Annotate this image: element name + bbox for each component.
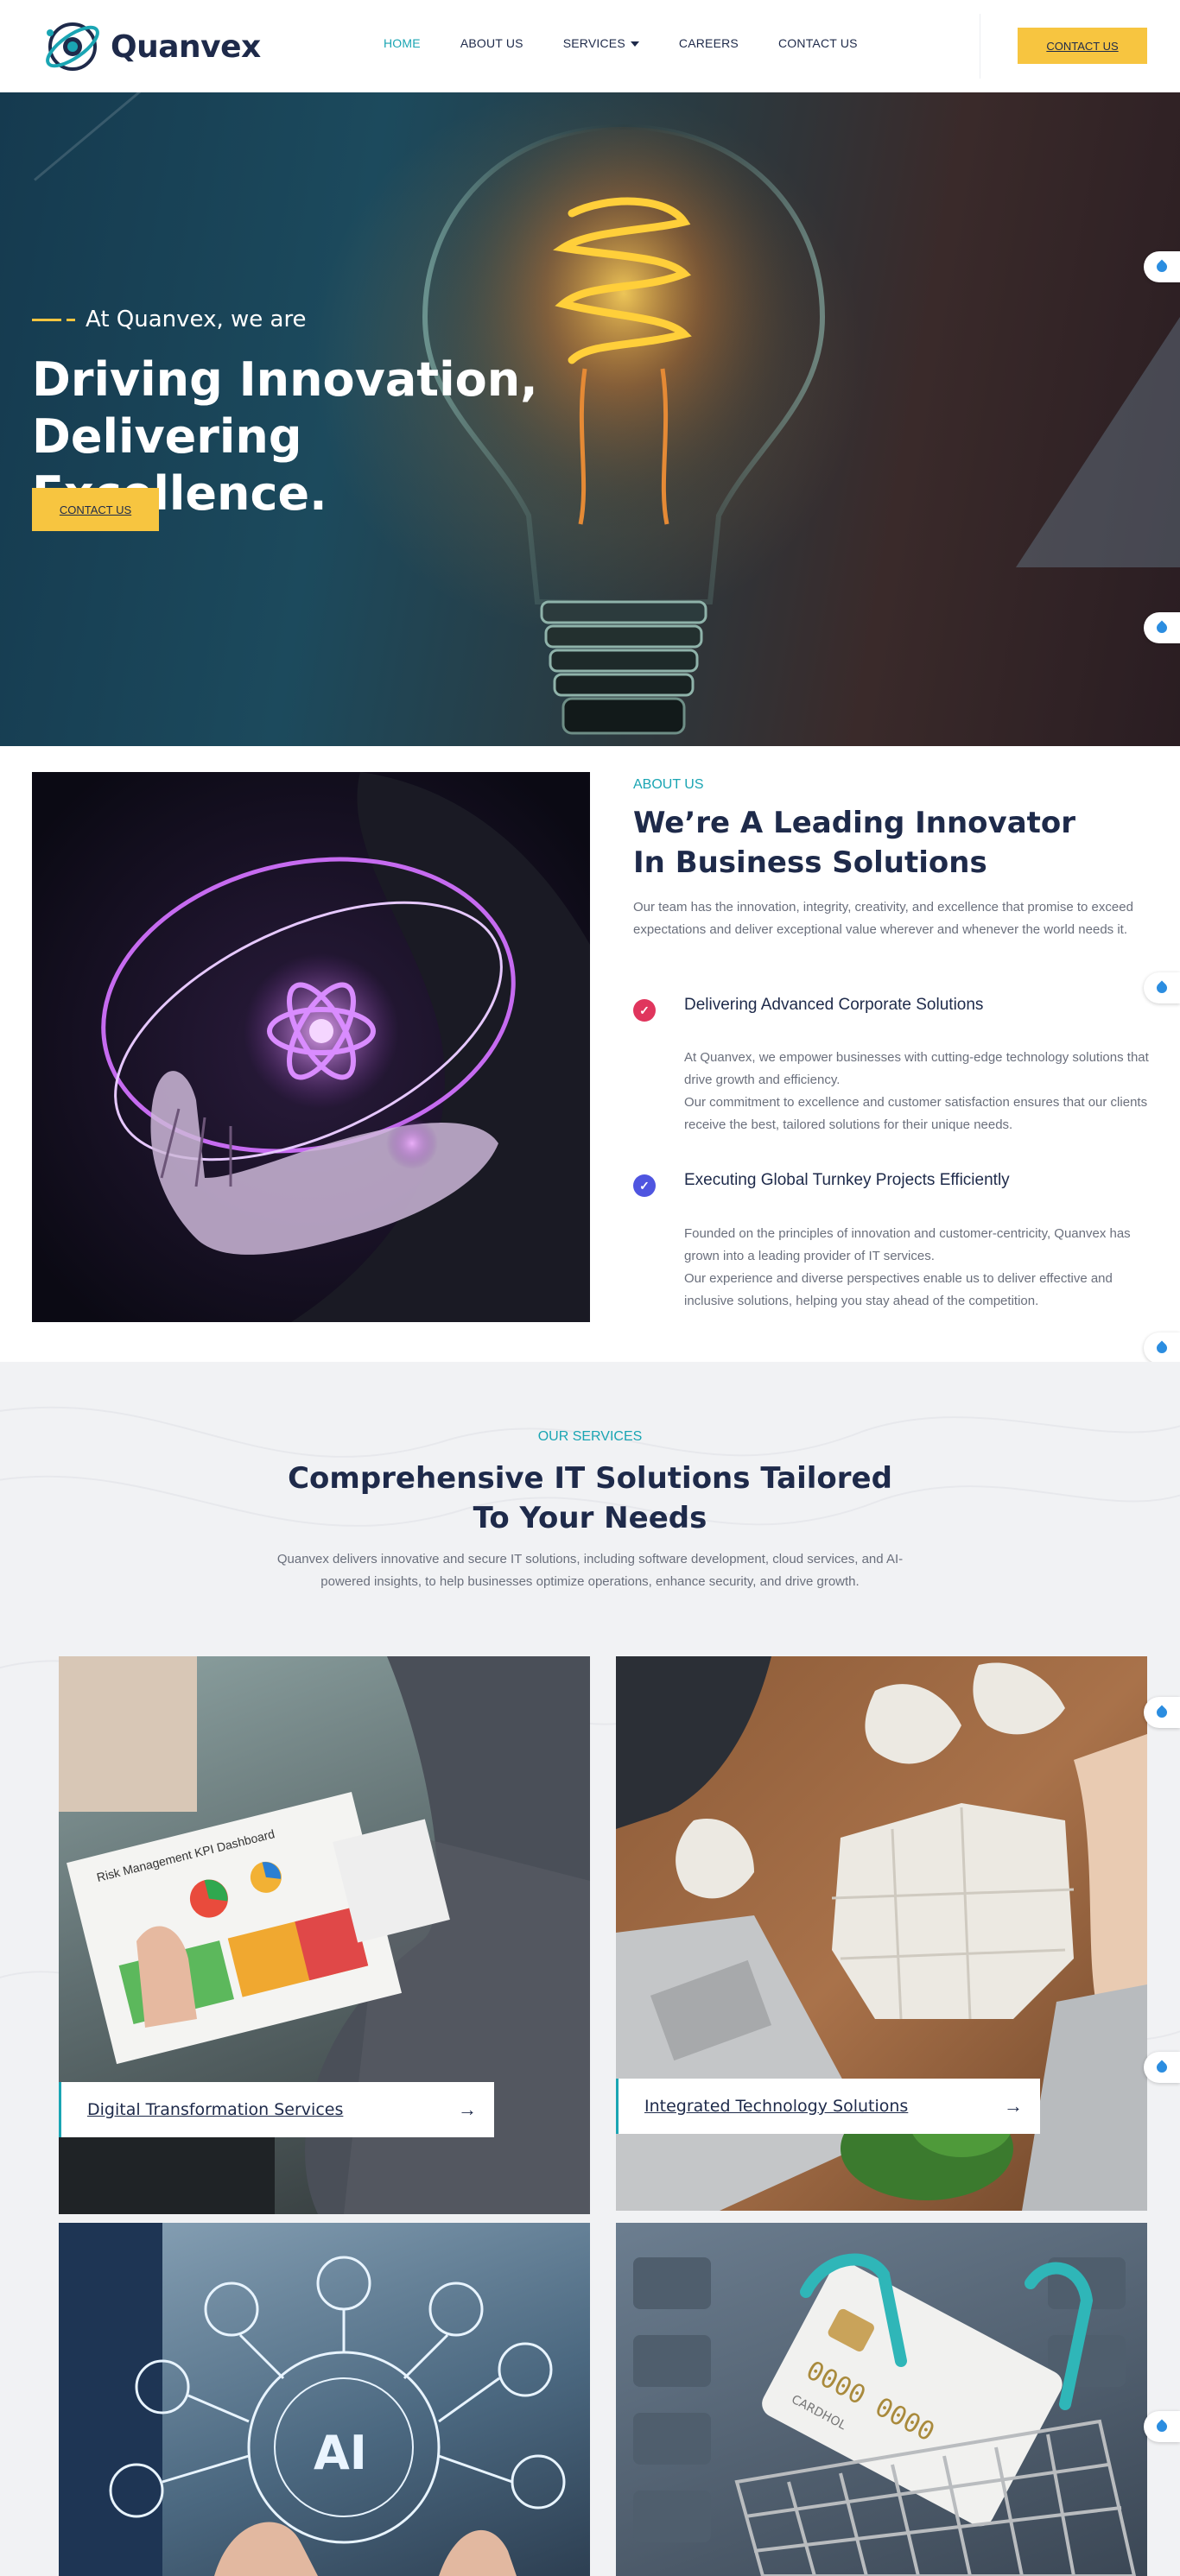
water-drop-icon: [1154, 980, 1170, 996]
water-drop-icon: [1154, 2060, 1170, 2075]
service-card[interactable]: AI: [59, 2223, 590, 2576]
hero-title-line-1: Driving Innovation,: [32, 352, 538, 407]
feature-text: Founded on the principles of innovation …: [684, 1223, 1151, 1313]
accessibility-widget-button[interactable]: [1144, 2052, 1180, 2083]
accessibility-widget-button[interactable]: [1144, 612, 1180, 643]
hero-section: At Quanvex, we are Driving Innovation, D…: [0, 92, 1180, 746]
service-card-label[interactable]: Integrated Technology Solutions →: [616, 2079, 1040, 2134]
services-description: Quanvex delivers innovative and secure I…: [276, 1552, 904, 1589]
accessibility-widget-button[interactable]: [1144, 972, 1180, 1003]
feature-title: Executing Global Turnkey Projects Effici…: [684, 1171, 1010, 1189]
nav-services-label: SERVICES: [562, 36, 625, 50]
nav-contact-us[interactable]: CONTACT US: [778, 36, 858, 50]
service-card-label[interactable]: Digital Transformation Services →: [59, 2082, 494, 2137]
eyebrow-dash-short: [67, 318, 75, 321]
hero-eyebrow-text: At Quanvex, we are: [86, 307, 307, 332]
nav-careers[interactable]: CAREERS: [679, 36, 739, 50]
feature-title: Delivering Advanced Corporate Solutions: [684, 996, 984, 1014]
service-card[interactable]: Integrated Technology Solutions →: [616, 1656, 1147, 2211]
service-card-title: Digital Transformation Services: [87, 2100, 344, 2119]
services-section: OUR SERVICES Comprehensive IT Solutions …: [0, 1362, 1180, 2576]
feature-text-line-1: Founded on the principles of innovation …: [684, 1226, 1131, 1263]
arrow-right-icon: →: [1004, 2095, 1023, 2117]
services-title-line-1: Comprehensive IT Solutions Tailored: [288, 1461, 892, 1496]
about-eyebrow: ABOUT US: [633, 777, 704, 792]
eyebrow-dash: [32, 318, 61, 321]
accessibility-widget-button[interactable]: [1144, 1697, 1180, 1728]
logo[interactable]: Quanvex: [40, 14, 261, 79]
service-card[interactable]: Risk Management KPI Dashboard Digital Tr…: [59, 1656, 590, 2214]
service-card[interactable]: 0000 0000 CARDHOL: [616, 2223, 1147, 2576]
water-drop-icon: [1154, 620, 1170, 636]
water-drop-icon: [1154, 1340, 1170, 1356]
hero-contact-button[interactable]: CONTACT US: [32, 488, 159, 531]
ai-label: AI: [314, 2426, 367, 2480]
water-drop-icon: [1154, 2419, 1170, 2434]
services-title-line-2: To Your Needs: [473, 1501, 707, 1535]
about-title: We’re A Leading Innovator In Business So…: [633, 806, 1076, 880]
feature-text-line-2: Our experience and diverse perspectives …: [684, 1271, 1113, 1308]
feature-text: At Quanvex, we empower businesses with c…: [684, 1047, 1151, 1136]
arrow-right-icon: →: [458, 2098, 477, 2120]
nav-services[interactable]: SERVICES: [563, 36, 639, 50]
header-contact-button[interactable]: CONTACT US: [1018, 28, 1147, 64]
feature-text-line-1: At Quanvex, we empower businesses with c…: [684, 1050, 1149, 1087]
services-eyebrow: OUR SERVICES: [537, 1429, 643, 1444]
accessibility-widget-button[interactable]: [1144, 2411, 1180, 2442]
accessibility-widget-button[interactable]: [1144, 1332, 1180, 1364]
feature-text-line-2: Our commitment to excellence and custome…: [684, 1095, 1148, 1132]
nav-about-us[interactable]: ABOUT US: [460, 36, 523, 50]
atom-hand-illustration: [101, 772, 590, 1322]
nav-home[interactable]: HOME: [384, 36, 421, 50]
check-icon: ✓: [633, 999, 656, 1022]
water-drop-icon: [1154, 259, 1170, 275]
check-icon: ✓: [633, 1174, 656, 1197]
main-nav: HOME ABOUT US SERVICES CAREERS CONTACT U…: [384, 36, 898, 50]
site-header: Quanvex HOME ABOUT US SERVICES CAREERS C…: [0, 0, 1180, 92]
services-title: Comprehensive IT Solutions Tailored To Y…: [288, 1459, 892, 1538]
atom-logo-icon: [46, 22, 99, 71]
ai-hologram-photo: AI: [59, 2223, 566, 2576]
accessibility-widget-button[interactable]: [1144, 251, 1180, 282]
credit-card-cart-photo: 0000 0000 CARDHOL: [633, 2253, 1137, 2576]
about-description: Our team has the innovation, integrity, …: [633, 900, 1133, 937]
hero-decor-triangle: [1016, 317, 1180, 567]
brand-name: Quanvex: [111, 28, 261, 65]
water-drop-icon: [1154, 1705, 1170, 1720]
atom-hand-image: [32, 772, 590, 1322]
chevron-down-icon: [630, 41, 639, 47]
service-card-title: Integrated Technology Solutions: [644, 2097, 909, 2116]
hero-eyebrow: At Quanvex, we are: [32, 307, 307, 332]
